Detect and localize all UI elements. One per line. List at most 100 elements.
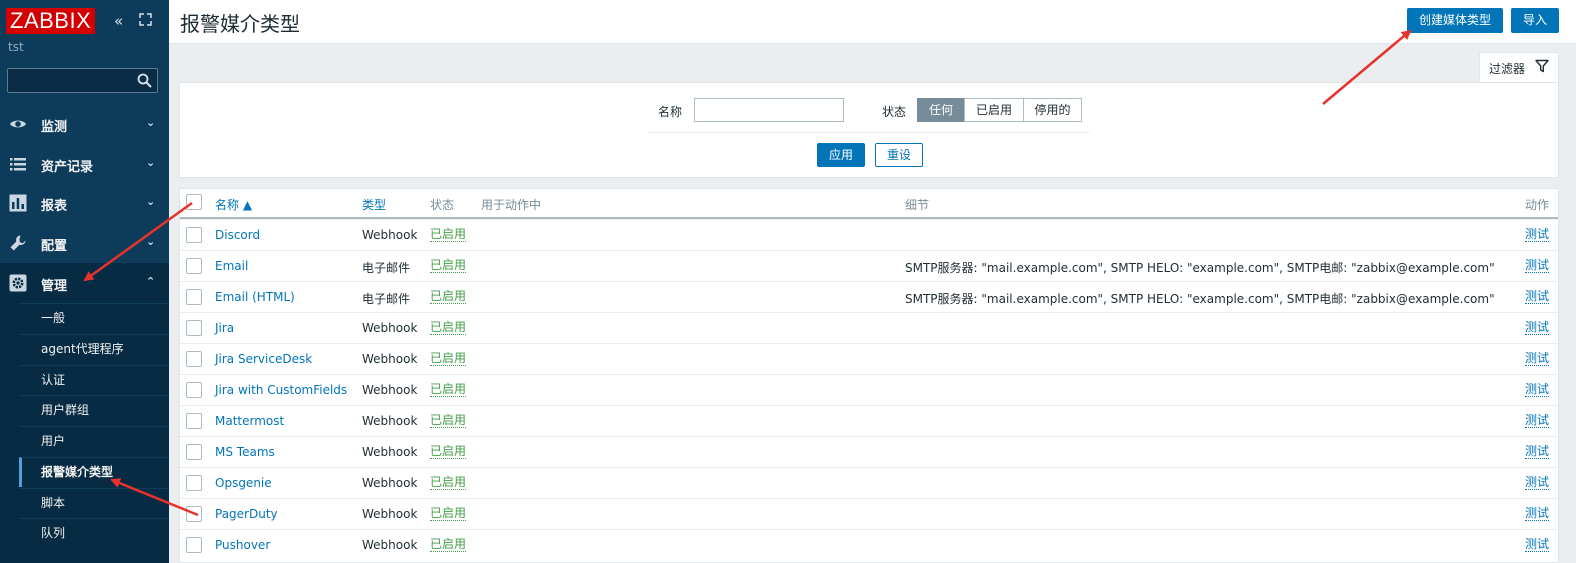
column-header-type[interactable]: 类型	[362, 196, 386, 213]
status-option-any[interactable]: 任何	[917, 98, 965, 122]
media-type-name-link[interactable]: PagerDuty	[215, 507, 278, 521]
table-row: Jira ServiceDesk Webhook 已启用 测试	[180, 343, 1558, 374]
media-type-type: Webhook	[362, 228, 418, 242]
submenu-user-groups[interactable]: 用户群组	[19, 395, 169, 425]
kiosk-mode-icon[interactable]	[139, 12, 152, 30]
wrench-icon	[10, 235, 26, 251]
submenu-authentication[interactable]: 认证	[19, 365, 169, 395]
test-link[interactable]: 测试	[1525, 228, 1550, 242]
collapse-sidebar-icon[interactable]: «	[114, 12, 123, 30]
status-toggle-link[interactable]: 已启用	[430, 476, 467, 490]
media-type-details: SMTP服务器: "mail.example.com", SMTP HELO: …	[905, 292, 1495, 306]
media-type-type: 电子邮件	[362, 292, 411, 306]
test-link[interactable]: 测试	[1525, 507, 1550, 521]
row-checkbox[interactable]	[186, 320, 202, 336]
media-type-name-link[interactable]: Opsgenie	[215, 476, 272, 490]
create-media-type-button[interactable]: 创建媒体类型	[1407, 8, 1503, 33]
row-checkbox[interactable]	[186, 227, 202, 243]
media-type-type: Webhook	[362, 507, 418, 521]
status-option-enabled[interactable]: 已启用	[964, 98, 1024, 122]
status-toggle-link[interactable]: 已启用	[430, 507, 467, 521]
submenu-users[interactable]: 用户	[19, 426, 169, 456]
row-checkbox[interactable]	[186, 506, 202, 522]
submenu-agent-proxies[interactable]: agent代理程序	[19, 334, 169, 364]
reset-button[interactable]: 重设	[875, 143, 923, 167]
status-toggle-link[interactable]: 已启用	[430, 290, 467, 304]
row-checkbox[interactable]	[186, 351, 202, 367]
column-header-status: 状态	[430, 198, 455, 212]
chevron-down-icon: ⌄	[146, 156, 156, 169]
table-row: Pushover Webhook 已启用 测试	[180, 529, 1558, 560]
test-link[interactable]: 测试	[1525, 538, 1550, 552]
menu-reports[interactable]: 报表 ⌄	[0, 183, 169, 223]
gear-icon	[9, 274, 27, 292]
apply-button[interactable]: 应用	[817, 143, 865, 167]
select-all-checkbox[interactable]	[186, 194, 202, 210]
submenu-media-types[interactable]: 报警媒介类型	[19, 457, 169, 487]
status-toggle-link[interactable]: 已启用	[430, 228, 467, 242]
submenu-scripts[interactable]: 脚本	[19, 488, 169, 518]
test-link[interactable]: 测试	[1525, 445, 1550, 459]
media-type-name-link[interactable]: Email	[215, 259, 248, 273]
list-icon	[10, 158, 26, 171]
test-link[interactable]: 测试	[1525, 259, 1550, 273]
zabbix-logo[interactable]: ZABBIX	[6, 8, 96, 34]
status-toggle-link[interactable]: 已启用	[430, 414, 467, 428]
menu-administration[interactable]: 管理 ⌃	[0, 263, 169, 303]
test-link[interactable]: 测试	[1525, 321, 1550, 335]
media-type-type: Webhook	[362, 414, 418, 428]
menu-inventory[interactable]: 资产记录 ⌄	[0, 144, 169, 184]
status-toggle-link[interactable]: 已启用	[430, 383, 467, 397]
menu-monitoring[interactable]: 监测 ⌄	[0, 104, 169, 144]
name-filter-input[interactable]	[694, 98, 844, 122]
row-checkbox[interactable]	[186, 413, 202, 429]
media-types-table: 名称 ▲ 类型 状态 用于动作中 细节 动作 Discord Webhook 已…	[179, 188, 1559, 563]
status-toggle-link[interactable]: 已启用	[430, 352, 467, 366]
table-row: Jira with CustomFields Webhook 已启用 测试	[180, 374, 1558, 405]
row-checkbox[interactable]	[186, 444, 202, 460]
media-type-name-link[interactable]: Discord	[215, 228, 260, 242]
column-header-name[interactable]: 名称 ▲	[215, 196, 252, 213]
sidebar: ZABBIX « tst 监测 ⌄ 资产记录 ⌄ 报表 ⌄ 配置 ⌄ 管理 ⌃ …	[0, 0, 169, 563]
test-link[interactable]: 测试	[1525, 352, 1550, 366]
filter-tab[interactable]: 过滤器	[1479, 52, 1559, 83]
media-type-name-link[interactable]: Pushover	[215, 538, 270, 552]
import-button[interactable]: 导入	[1511, 8, 1559, 33]
test-link[interactable]: 测试	[1525, 476, 1550, 490]
chevron-down-icon: ⌄	[146, 195, 156, 208]
filter-tab-label: 过滤器	[1489, 62, 1526, 76]
test-link[interactable]: 测试	[1525, 414, 1550, 428]
status-toggle-link[interactable]: 已启用	[430, 259, 467, 273]
menu-label: 报表	[41, 199, 68, 214]
row-checkbox[interactable]	[186, 537, 202, 553]
table-row: Email 电子邮件 已启用 SMTP服务器: "mail.example.co…	[180, 250, 1558, 281]
status-toggle-link[interactable]: 已启用	[430, 538, 467, 552]
menu-label: 资产记录	[41, 160, 94, 175]
row-checkbox[interactable]	[186, 289, 202, 305]
media-type-type: Webhook	[362, 352, 418, 366]
test-link[interactable]: 测试	[1525, 383, 1550, 397]
test-link[interactable]: 测试	[1525, 290, 1550, 304]
status-toggle-link[interactable]: 已启用	[430, 321, 467, 335]
submenu-general[interactable]: 一般	[19, 303, 169, 333]
row-checkbox[interactable]	[186, 382, 202, 398]
search-icon[interactable]	[137, 73, 152, 88]
media-type-name-link[interactable]: Jira ServiceDesk	[215, 352, 312, 366]
media-type-details: SMTP服务器: "mail.example.com", SMTP HELO: …	[905, 261, 1495, 275]
sidebar-search-input[interactable]	[7, 68, 158, 93]
table-row: Email (HTML) 电子邮件 已启用 SMTP服务器: "mail.exa…	[180, 281, 1558, 312]
media-type-name-link[interactable]: Mattermost	[215, 414, 284, 428]
admin-submenu: 一般 agent代理程序 认证 用户群组 用户 报警媒介类型 脚本 队列	[0, 303, 169, 563]
filter-panel: 名称 状态 任何 已启用 停用的 应用 重设	[179, 82, 1559, 178]
media-type-name-link[interactable]: Jira	[215, 321, 234, 335]
media-type-name-link[interactable]: Jira with CustomFields	[215, 383, 347, 397]
menu-configuration[interactable]: 配置 ⌄	[0, 223, 169, 263]
submenu-queue[interactable]: 队列	[19, 518, 169, 548]
media-type-name-link[interactable]: MS Teams	[215, 445, 275, 459]
media-type-name-link[interactable]: Email (HTML)	[215, 290, 295, 304]
status-filter-label: 状态	[882, 105, 907, 119]
row-checkbox[interactable]	[186, 475, 202, 491]
status-option-disabled[interactable]: 停用的	[1023, 98, 1082, 122]
row-checkbox[interactable]	[186, 258, 202, 274]
status-toggle-link[interactable]: 已启用	[430, 445, 467, 459]
